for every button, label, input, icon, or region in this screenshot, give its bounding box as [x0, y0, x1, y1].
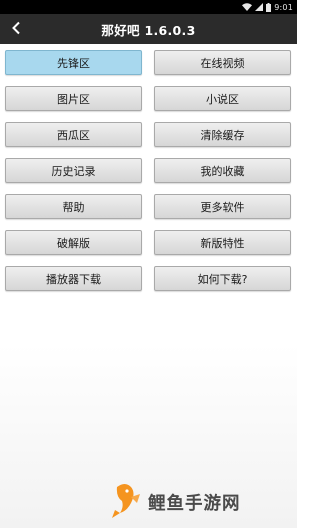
- status-icons: [242, 2, 272, 12]
- back-button[interactable]: [6, 19, 26, 39]
- menu-button-online-video[interactable]: 在线视频: [154, 50, 291, 75]
- menu-grid: 先锋区 在线视频 图片区 小说区 西瓜区 清除缓存 历史记录 我的收藏 帮助 更…: [5, 50, 292, 291]
- menu-button-pictures[interactable]: 图片区: [5, 86, 142, 111]
- chevron-left-icon: [11, 20, 21, 39]
- menu-button-xigua[interactable]: 西瓜区: [5, 122, 142, 147]
- menu-button-pioneer[interactable]: 先锋区: [5, 50, 142, 75]
- goldfish-logo-icon: [108, 481, 142, 523]
- menu-button-more-apps[interactable]: 更多软件: [154, 194, 291, 219]
- menu-button-help[interactable]: 帮助: [5, 194, 142, 219]
- menu-button-cracked-version[interactable]: 破解版: [5, 230, 142, 255]
- menu-button-player-download[interactable]: 播放器下载: [5, 266, 142, 291]
- watermark-text: 鲤鱼手游网: [148, 493, 241, 514]
- status-bar: 9:01: [0, 0, 297, 14]
- menu-button-how-to-download[interactable]: 如何下载?: [154, 266, 291, 291]
- menu-button-history[interactable]: 历史记录: [5, 158, 142, 183]
- battery-icon: [266, 2, 272, 12]
- main-content: 先锋区 在线视频 图片区 小说区 西瓜区 清除缓存 历史记录 我的收藏 帮助 更…: [0, 44, 297, 528]
- wifi-icon: [242, 3, 253, 11]
- page-title: 那好吧 1.6.0.3: [101, 22, 196, 38]
- menu-button-new-features[interactable]: 新版特性: [154, 230, 291, 255]
- menu-button-novels[interactable]: 小说区: [154, 86, 291, 111]
- title-bar: 那好吧 1.6.0.3: [0, 14, 297, 44]
- menu-button-clear-cache[interactable]: 清除缓存: [154, 122, 291, 147]
- watermark: 鲤鱼手游网: [108, 482, 241, 522]
- menu-button-favorites[interactable]: 我的收藏: [154, 158, 291, 183]
- status-time: 9:01: [274, 2, 293, 12]
- signal-icon: [255, 3, 264, 11]
